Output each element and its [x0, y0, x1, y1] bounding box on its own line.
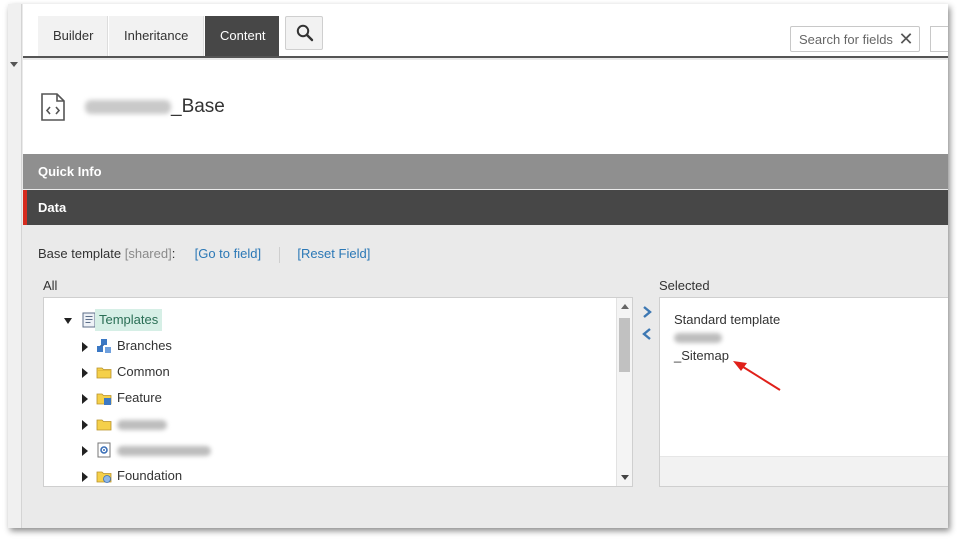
editor-tab-bar: Builder Inheritance Content ✕ [23, 4, 948, 58]
branches-icon [97, 339, 111, 353]
expand-arrow-icon[interactable] [82, 368, 88, 378]
field-colon: : [171, 246, 176, 261]
field-search-box: ✕ [790, 26, 920, 52]
selected-list-header: Selected [659, 278, 710, 293]
tab-builder[interactable]: Builder [38, 16, 108, 56]
collapse-arrow-icon[interactable] [64, 318, 72, 324]
section-quick-info[interactable]: Quick Info [23, 154, 948, 189]
item-title: _Base [85, 96, 225, 118]
feature-folder-icon [96, 393, 112, 405]
expand-arrow-icon[interactable] [82, 472, 88, 482]
template-tree-panel: Templates Branches Common Feature Founda… [43, 297, 633, 487]
search-button[interactable] [285, 16, 323, 50]
tree-node-label[interactable] [117, 439, 211, 461]
folder-icon [96, 367, 112, 379]
selected-item-standard-template[interactable]: Standard template [674, 312, 780, 327]
add-right-icon[interactable] [640, 304, 654, 320]
tree-node-label[interactable]: Feature [117, 387, 162, 409]
item-header: _Base [23, 60, 948, 154]
content-editor: Builder Inheritance Content ✕ [23, 4, 948, 528]
tab-inheritance[interactable]: Inheritance [109, 16, 204, 56]
remove-left-icon[interactable] [640, 326, 654, 342]
move-buttons [640, 304, 654, 344]
toolbar-edge-button[interactable] [930, 26, 948, 52]
expand-arrow-icon[interactable] [82, 394, 88, 404]
tree-node-label[interactable]: Branches [117, 335, 172, 357]
scroll-down-icon[interactable] [621, 475, 629, 480]
all-list-header: All [43, 278, 58, 293]
foundation-icon [96, 471, 112, 483]
gear-template-icon [97, 442, 111, 458]
selected-panel-footer [660, 456, 948, 486]
shared-marker: [shared] [124, 246, 172, 261]
base-template-field-label: Base template [shared]: [Go to field] [R… [38, 246, 370, 263]
expand-arrow-icon[interactable] [82, 342, 88, 352]
tab-content[interactable]: Content [205, 16, 279, 56]
tree-node-label[interactable]: Common [117, 361, 170, 383]
field-search-input[interactable] [799, 30, 895, 48]
scroll-thumb[interactable] [619, 318, 630, 372]
section-data[interactable]: Data [23, 190, 948, 225]
tree-node-label[interactable]: Templates [95, 309, 163, 331]
app-window: Builder Inheritance Content ✕ [8, 4, 948, 528]
template-code-icon [41, 93, 65, 121]
tree-node-label[interactable]: Foundation [117, 465, 182, 486]
clear-search-icon[interactable]: ✕ [897, 28, 915, 50]
selected-item-sitemap[interactable]: _Sitemap [674, 348, 729, 363]
left-edge-strip [8, 4, 22, 528]
reset-field-link[interactable]: [Reset Field] [297, 246, 370, 261]
link-divider [278, 246, 280, 263]
go-to-field-link[interactable]: [Go to field] [195, 246, 261, 261]
selected-item-redacted[interactable] [674, 329, 722, 344]
folder-icon [96, 419, 112, 431]
search-icon [296, 24, 314, 42]
expand-arrow-icon[interactable] [82, 420, 88, 430]
field-name: Base template [38, 246, 122, 261]
redacted-text [85, 99, 171, 114]
tree-scrollbar[interactable] [616, 298, 632, 486]
item-title-suffix: _Base [171, 96, 225, 117]
scroll-up-icon[interactable] [621, 304, 629, 309]
tree-node-label[interactable] [117, 413, 167, 435]
expand-arrow-icon[interactable] [82, 446, 88, 456]
collapse-marker-icon[interactable] [10, 62, 18, 67]
selected-templates-panel: Standard template _Sitemap [659, 297, 948, 487]
